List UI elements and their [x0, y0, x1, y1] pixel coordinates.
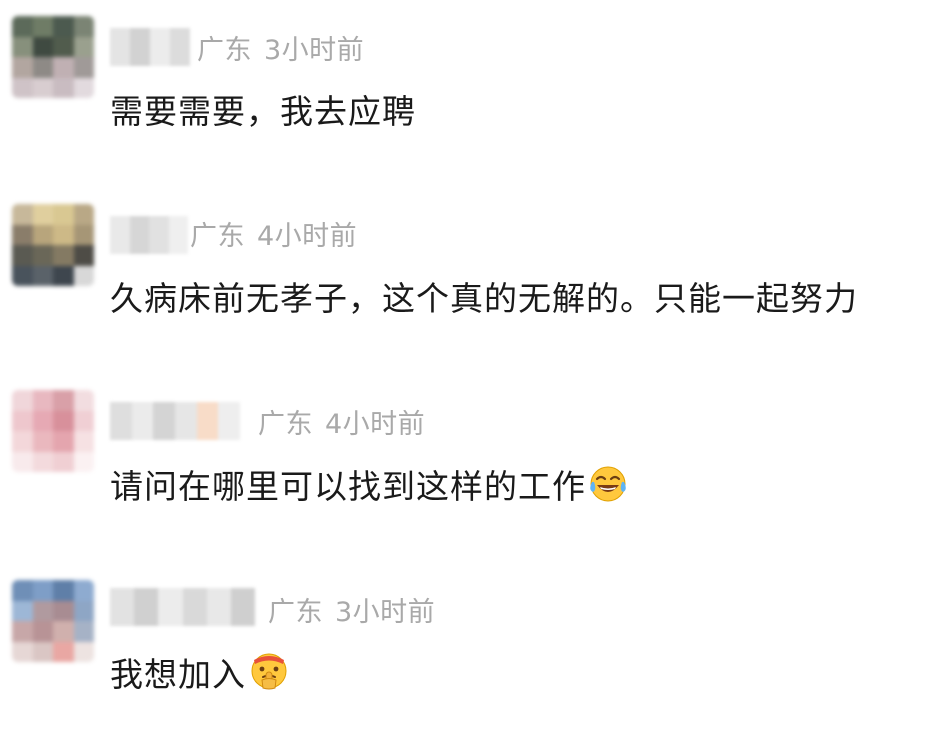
- comment-body: 需要需要，我去应聘: [110, 92, 416, 131]
- avatar[interactable]: [12, 390, 94, 472]
- comment-text: 请问在哪里可以找到这样的工作: [110, 460, 628, 512]
- shushing-face-emoji: [248, 650, 290, 700]
- time-label: 3小时前: [264, 35, 365, 66]
- username-blurred[interactable]: [110, 216, 188, 254]
- location-label: 广东: [190, 221, 245, 252]
- time-label: 4小时前: [325, 409, 426, 440]
- comment-body: 久病床前无孝子，这个真的无解的。只能一起努力: [110, 279, 858, 318]
- comment-body: 我想加入: [110, 655, 246, 694]
- location-label: 广东: [258, 409, 313, 440]
- username-blurred[interactable]: [110, 28, 190, 66]
- laughing-tears-emoji: [588, 464, 628, 512]
- comment-item: 广东 3小时前 需要需要，我去应聘: [0, 0, 940, 150]
- avatar[interactable]: [12, 16, 94, 98]
- comment-body: 请问在哪里可以找到这样的工作: [110, 467, 586, 506]
- location-label: 广东: [197, 35, 252, 66]
- comment-meta: 广东 4小时前: [258, 402, 425, 441]
- location-label: 广东: [268, 597, 323, 628]
- time-label: 4小时前: [257, 221, 358, 252]
- comment-item: 广东 4小时前 请问在哪里可以找到这样的工作: [0, 374, 940, 524]
- comment-item: 广东 3小时前 我想加入: [0, 564, 940, 714]
- username-blurred[interactable]: [110, 402, 241, 440]
- comment-meta: 广东 3小时前: [268, 590, 435, 629]
- time-label: 3小时前: [335, 597, 436, 628]
- comment-text: 久病床前无孝子，这个真的无解的。只能一起努力: [110, 272, 858, 320]
- avatar[interactable]: [12, 204, 94, 286]
- comment-meta: 广东 3小时前: [197, 28, 364, 67]
- username-blurred[interactable]: [110, 588, 256, 626]
- comment-text: 我想加入: [110, 648, 290, 700]
- avatar[interactable]: [12, 580, 94, 662]
- comment-text: 需要需要，我去应聘: [110, 85, 416, 133]
- comment-meta: 广东 4小时前: [190, 214, 357, 253]
- comment-item: 广东 4小时前 久病床前无孝子，这个真的无解的。只能一起努力: [0, 186, 940, 336]
